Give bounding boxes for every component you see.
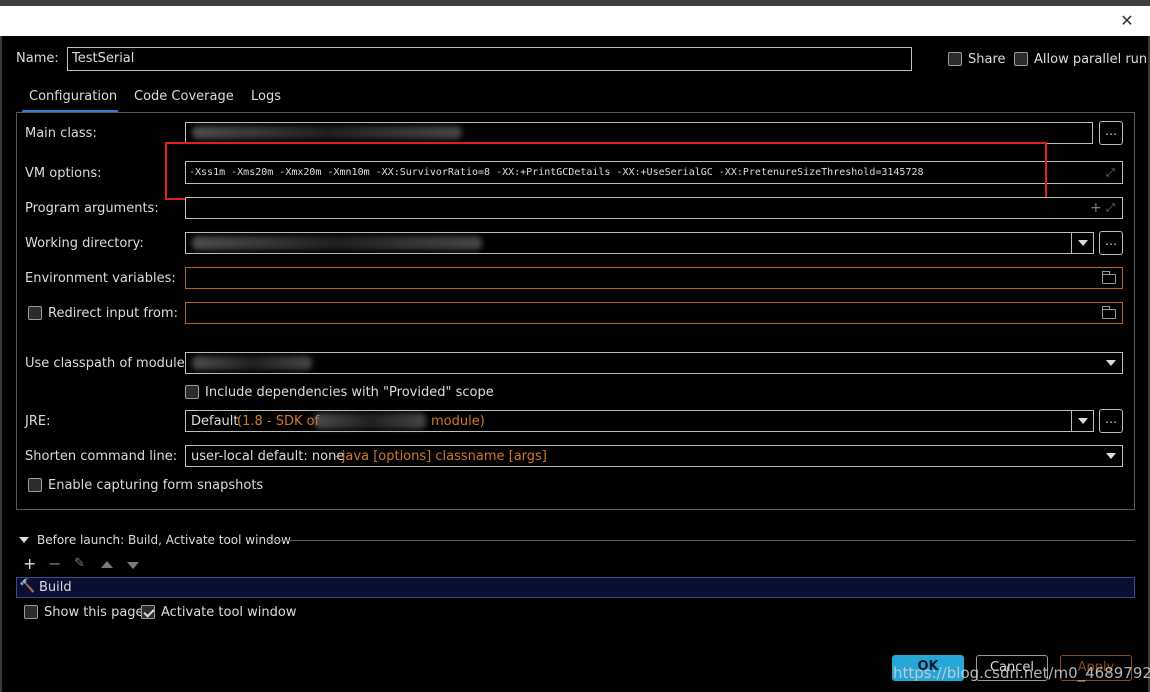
parallel-run-checkbox[interactable] xyxy=(1014,52,1028,66)
dialog-left-edge xyxy=(0,36,2,692)
before-launch-header: Before launch: Build, Activate tool wind… xyxy=(37,533,291,547)
share-label: Share xyxy=(968,52,1006,67)
redacted-sdk-name xyxy=(314,413,426,429)
tab-logs-label: Logs xyxy=(251,89,281,104)
activate-tool-window-label: Activate tool window xyxy=(161,605,297,620)
show-page-checkbox[interactable] xyxy=(24,605,38,619)
working-directory-label: Working directory: xyxy=(25,236,144,251)
shorten-dropdown-arrow[interactable] xyxy=(1100,446,1122,466)
parallel-run-label: Allow parallel run xyxy=(1034,52,1148,67)
redirect-input-checkbox[interactable] xyxy=(28,306,42,320)
tab-code-coverage-label: Code Coverage xyxy=(134,89,234,104)
tab-configuration-label: Configuration xyxy=(29,89,118,104)
chevron-down-icon xyxy=(1106,360,1116,366)
shorten-command-line-label: Shorten command line: xyxy=(25,449,178,464)
chevron-down-icon xyxy=(1078,418,1088,424)
redirect-input-field[interactable] xyxy=(185,302,1123,324)
close-icon[interactable]: ✕ xyxy=(1114,8,1140,34)
move-down-icon[interactable] xyxy=(127,562,139,569)
working-directory-dropdown-arrow[interactable] xyxy=(1071,233,1093,253)
program-arguments-input[interactable]: + ⤢ xyxy=(185,197,1123,219)
redirect-input-label: Redirect input from: xyxy=(48,306,178,321)
redacted-working-directory xyxy=(192,236,482,250)
working-directory-browse-button[interactable]: … xyxy=(1099,231,1123,255)
environment-variables-label: Environment variables: xyxy=(25,271,176,286)
folder-icon[interactable] xyxy=(1102,306,1116,319)
chevron-down-icon xyxy=(1078,240,1088,246)
classpath-module-label: Use classpath of module: xyxy=(25,356,190,371)
chevron-down-icon xyxy=(1106,453,1116,459)
main-class-browse-button[interactable]: … xyxy=(1099,121,1123,145)
hammer-icon: 🔨 xyxy=(19,579,36,594)
share-checkbox[interactable] xyxy=(948,52,962,66)
move-up-icon[interactable] xyxy=(101,561,113,568)
jre-dropdown-arrow[interactable] xyxy=(1071,411,1093,431)
classpath-module-combo[interactable] xyxy=(185,352,1123,374)
classpath-dropdown-arrow[interactable] xyxy=(1100,353,1122,373)
expand-icon[interactable]: ⤢ xyxy=(1106,167,1118,179)
expand-icon[interactable]: ⤢ xyxy=(1106,202,1118,214)
jre-browse-button[interactable]: … xyxy=(1099,409,1123,433)
shorten-command-line-combo[interactable]: user-local default: none - java [options… xyxy=(185,445,1123,467)
working-directory-combo[interactable] xyxy=(185,232,1094,254)
before-launch-divider xyxy=(267,540,1135,541)
main-class-label: Main class: xyxy=(25,126,97,141)
folder-icon[interactable] xyxy=(1102,271,1116,284)
highlight-annotation-box xyxy=(165,142,1047,200)
include-dependencies-label: Include dependencies with "Provided" sco… xyxy=(205,385,494,400)
main-class-input[interactable] xyxy=(185,122,1093,144)
environment-variables-input[interactable] xyxy=(185,267,1123,289)
redacted-module-name xyxy=(192,356,312,370)
activate-tool-window-checkbox[interactable] xyxy=(141,605,155,619)
tab-code-coverage[interactable]: Code Coverage xyxy=(134,88,234,112)
dialog-title-bar: ✕ xyxy=(0,6,1150,36)
watermark-text: https://blog.csdn.net/m0_46897923 xyxy=(893,664,1150,682)
jre-combo[interactable]: Default (1.8 - SDK of module) xyxy=(185,410,1094,432)
jre-module-detail: module) xyxy=(431,414,485,429)
collapse-arrow-icon[interactable] xyxy=(19,537,29,543)
shorten-command-line-detail: - java [options] classname [args] xyxy=(333,449,547,464)
name-label: Name: xyxy=(16,51,59,66)
vm-options-label: VM options: xyxy=(25,166,102,181)
capture-snapshots-label: Enable capturing form snapshots xyxy=(48,478,264,493)
shorten-command-line-value: user-local default: none xyxy=(191,449,345,464)
add-task-icon[interactable]: + xyxy=(23,556,37,572)
edit-task-icon[interactable]: ✎ xyxy=(74,557,88,571)
jre-label: JRE: xyxy=(25,414,51,429)
include-dependencies-checkbox[interactable] xyxy=(185,385,199,399)
before-launch-task-row[interactable]: 🔨 Build xyxy=(16,577,1135,598)
add-icon[interactable]: + xyxy=(1090,201,1102,215)
build-task-label: Build xyxy=(39,580,72,595)
show-page-label: Show this page xyxy=(44,605,144,620)
name-value: TestSerial xyxy=(72,51,135,66)
tab-logs[interactable]: Logs xyxy=(251,88,281,112)
jre-default-value: Default xyxy=(191,414,239,429)
capture-snapshots-checkbox[interactable] xyxy=(28,478,42,492)
name-input[interactable]: TestSerial xyxy=(67,47,912,71)
jre-sdk-detail: (1.8 - SDK of xyxy=(237,414,320,429)
redacted-main-class xyxy=(192,126,462,139)
program-arguments-label: Program arguments: xyxy=(25,201,159,216)
remove-task-icon[interactable]: − xyxy=(48,556,62,572)
tab-configuration[interactable]: Configuration xyxy=(22,88,118,112)
